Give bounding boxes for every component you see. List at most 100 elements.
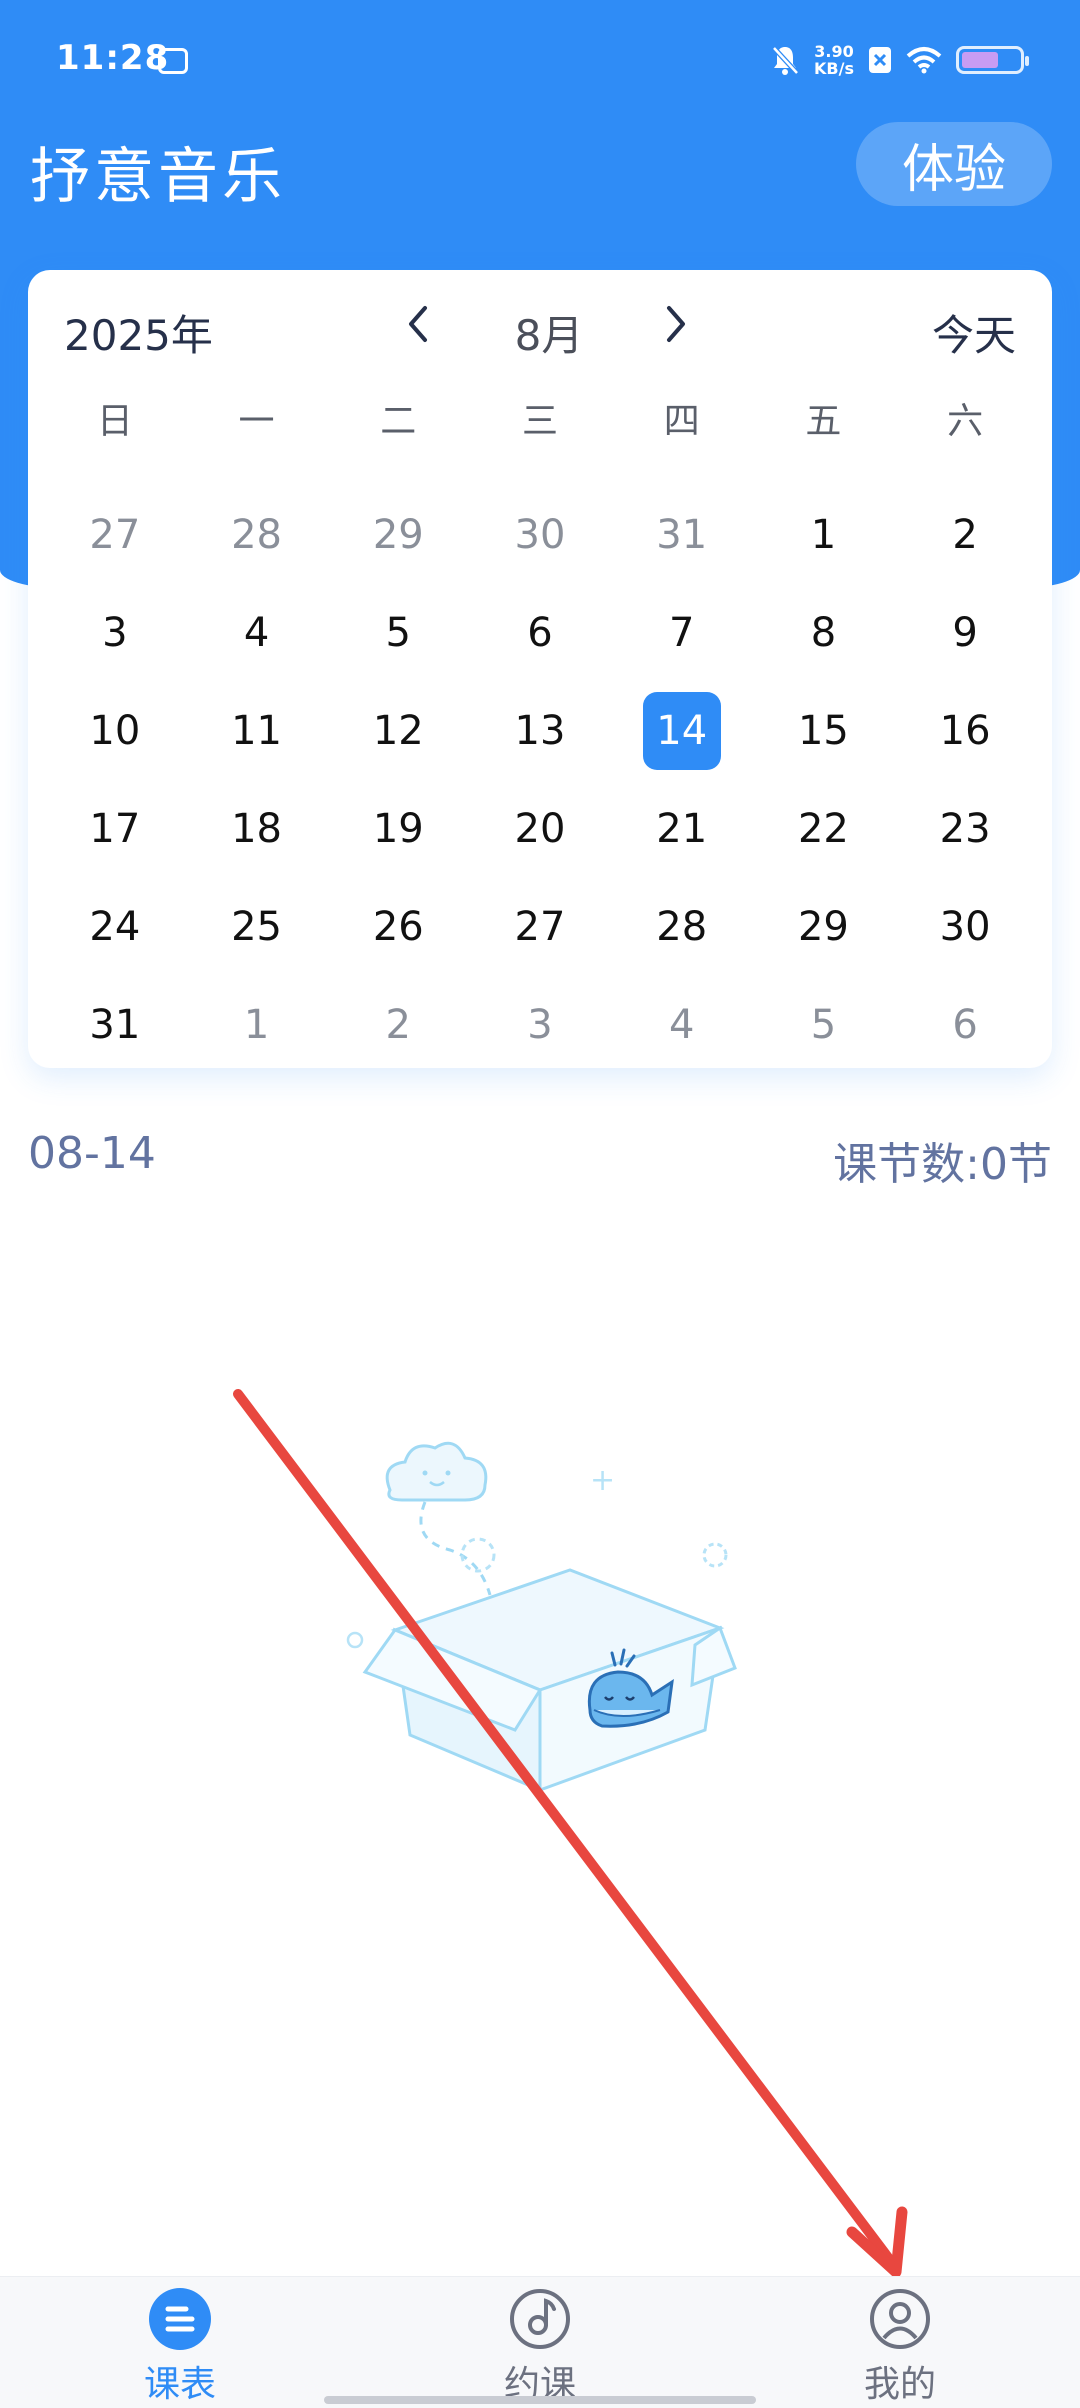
calendar-day-cell[interactable]: 31	[611, 486, 753, 584]
calendar-day-cell[interactable]: 19	[327, 780, 469, 878]
calendar-day-cell[interactable]: 10	[44, 682, 186, 780]
lesson-count: 课节数:0节	[833, 1139, 1052, 1190]
calendar-day-cell[interactable]: 13	[469, 682, 611, 780]
music-note-icon	[508, 2287, 572, 2351]
calendar-day-cell[interactable]: 16	[894, 682, 1036, 780]
calendar-day: 2	[952, 512, 978, 558]
calendar-day: 7	[668, 610, 695, 656]
empty-box-whale-illustration: +	[346, 1441, 737, 1793]
cloud-icon	[385, 1441, 488, 1502]
chevron-left-icon	[409, 306, 427, 342]
calendar-day-cell[interactable]: 27	[469, 878, 611, 976]
profile-icon	[868, 2287, 932, 2351]
weekday-label: 日	[96, 401, 133, 442]
calendar-day-cell[interactable]: 4	[611, 976, 753, 1074]
calendar-day-cell[interactable]: 26	[327, 878, 469, 976]
calendar-day-cell[interactable]: 21	[611, 780, 753, 878]
calendar-day-cell[interactable]: 27	[44, 486, 186, 584]
calendar-day: 1	[243, 1002, 270, 1048]
tab-profile-label: 我的	[863, 2364, 936, 2405]
calendar-day: 31	[89, 1002, 141, 1048]
calendar-day-cell[interactable]: 3	[44, 584, 186, 682]
calendar-day: 4	[243, 610, 270, 656]
battery-icon	[956, 46, 1029, 74]
chevron-right-icon	[667, 306, 685, 342]
calendar-day: 22	[797, 806, 849, 852]
calendar-day: 16	[939, 708, 991, 754]
calendar-day-cell[interactable]: 20	[469, 780, 611, 878]
status-icons: 3.90 KB/s	[770, 40, 1029, 80]
weekday-label: 四	[663, 401, 700, 442]
next-month-button[interactable]	[646, 294, 706, 354]
calendar-day-cell[interactable]: 1	[753, 486, 895, 584]
calendar-day-cell[interactable]: 11	[186, 682, 328, 780]
calendar-days-grid: 27 28 29 30 31 1 2 3 4 5 6 7 8 9 10 11 12 13 14 15 16 17 18 19 2…	[28, 486, 1052, 1074]
calendar-day-cell[interactable]: 4	[186, 584, 328, 682]
calendar-day: 6	[527, 610, 553, 656]
calendar-day-cell[interactable]: 31	[44, 976, 186, 1074]
calendar-day: 27	[89, 512, 141, 558]
tab-profile[interactable]: 我的	[820, 2287, 980, 2407]
weekday-header: 日一二三四五六	[28, 392, 1052, 452]
calendar-day-cell[interactable]: 9	[894, 584, 1036, 682]
calendar-day-cell[interactable]: 1	[186, 976, 328, 1074]
calendar-day-cell[interactable]: 30	[894, 878, 1036, 976]
tab-schedule-label: 课表	[143, 2364, 216, 2405]
previous-month-button[interactable]	[388, 294, 448, 354]
calendar-day: 12	[372, 708, 424, 754]
calendar-day-cell[interactable]: 7	[611, 584, 753, 682]
box-icon	[362, 1568, 737, 1793]
calendar-day-cell[interactable]: 5	[753, 976, 895, 1074]
today-button[interactable]: 今天	[932, 302, 1016, 363]
calendar-day-cell[interactable]: 17	[44, 780, 186, 878]
calendar-day-cell[interactable]: 6	[894, 976, 1036, 1074]
wifi-icon	[906, 47, 942, 74]
trial-button[interactable]: 体验	[856, 122, 1052, 206]
calendar-day: 2	[385, 1002, 411, 1048]
calendar-year: 2025年	[64, 311, 213, 360]
calendar-day: 21	[656, 806, 708, 852]
calendar-day-cell[interactable]: 23	[894, 780, 1036, 878]
calendar-day-cell[interactable]: 28	[186, 486, 328, 584]
calendar-day-cell[interactable]: 14	[611, 682, 753, 780]
net-speed-unit: KB/s	[814, 59, 854, 78]
calendar-day-cell[interactable]: 8	[753, 584, 895, 682]
calendar-day: 30	[939, 904, 991, 950]
calendar-day-cell[interactable]: 15	[753, 682, 895, 780]
calendar-day: 8	[810, 610, 837, 656]
calendar-day: 19	[372, 806, 424, 852]
calendar-day: 13	[514, 708, 566, 754]
calendar-day: 29	[797, 904, 849, 950]
tab-schedule[interactable]: 课表	[100, 2287, 260, 2407]
battery-fill	[962, 52, 998, 68]
calendar-day: 24	[89, 904, 141, 950]
calendar-day-cell[interactable]: 30	[469, 486, 611, 584]
calendar-day: 15	[797, 708, 849, 754]
status-bar: 11:28 3.90 KB/s	[0, 0, 1080, 130]
calendar-day: 17	[89, 806, 141, 852]
calendar-day-cell[interactable]: 22	[753, 780, 895, 878]
network-speed: 3.90 KB/s	[814, 43, 854, 77]
calendar-day-cell[interactable]: 5	[327, 584, 469, 682]
calendar-card: 2025年 8月 今天 日一二三四五六 27 28 29 30 31 1 2 3 4 5 6 7 8 9 1…	[28, 270, 1052, 1068]
status-time: 11:28	[56, 38, 170, 78]
calendar-day-cell[interactable]: 18	[186, 780, 328, 878]
calendar-day: 31	[656, 512, 708, 558]
calendar-day-cell[interactable]: 2	[327, 976, 469, 1074]
calendar-day-cell[interactable]: 29	[327, 486, 469, 584]
calendar-day-cell[interactable]: 24	[44, 878, 186, 976]
calendar-day: 25	[231, 904, 283, 950]
tab-book-class[interactable]: 约课	[460, 2287, 620, 2407]
calendar-day-cell[interactable]: 12	[327, 682, 469, 780]
weekday-label: 五	[805, 401, 842, 442]
calendar-day: 5	[385, 610, 411, 656]
calendar-day-cell[interactable]: 28	[611, 878, 753, 976]
calendar-month: 8月	[514, 311, 584, 360]
calendar-day-cell[interactable]: 3	[469, 976, 611, 1074]
calendar-day-cell[interactable]: 25	[186, 878, 328, 976]
calendar-day-cell[interactable]: 6	[469, 584, 611, 682]
home-indicator	[324, 2396, 756, 2404]
calendar-day-cell[interactable]: 29	[753, 878, 895, 976]
calendar-day: 6	[952, 1002, 978, 1048]
calendar-day-cell[interactable]: 2	[894, 486, 1036, 584]
